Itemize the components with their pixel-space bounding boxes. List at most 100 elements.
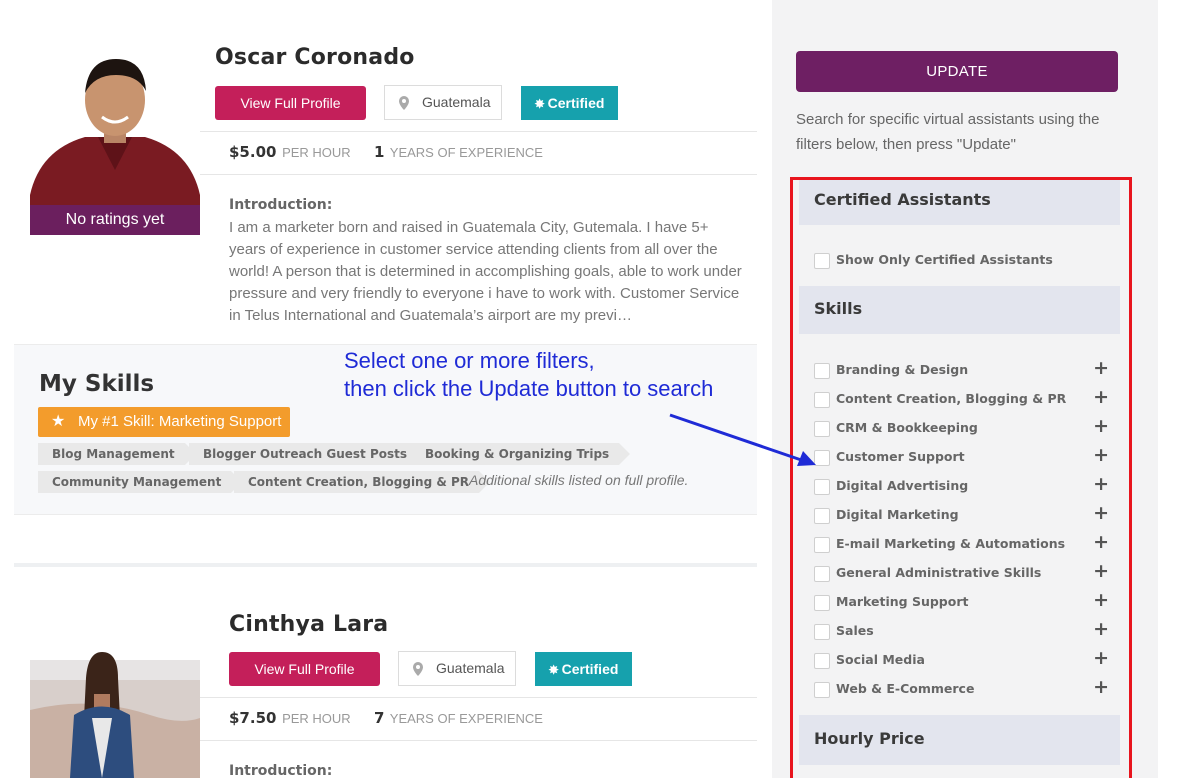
years-label: YEARS OF EXPERIENCE: [389, 145, 543, 160]
skill-tag: Booking & Organizing Trips: [411, 443, 631, 465]
divider: [200, 740, 757, 741]
plus-icon[interactable]: +: [1093, 531, 1109, 553]
intro-label: Introduction:: [229, 197, 333, 213]
filter-sidebar: UPDATE Search for specific virtual assis…: [772, 0, 1158, 778]
rate-unit: PER HOUR: [282, 145, 351, 160]
filter-label: Content Creation, Blogging & PR: [836, 391, 1067, 406]
checkbox[interactable]: [814, 624, 830, 640]
checkbox[interactable]: [814, 682, 830, 698]
checkbox[interactable]: [814, 253, 830, 269]
annotation-line-1: Select one or more filters,: [344, 348, 595, 373]
location-text: Guatemala: [436, 660, 505, 676]
filter-skill[interactable]: Digital Marketing +: [814, 502, 1109, 526]
filter-skill[interactable]: Branding & Design +: [814, 357, 1109, 381]
plus-icon[interactable]: +: [1093, 386, 1109, 408]
filter-label: Sales: [836, 623, 874, 638]
plus-icon[interactable]: +: [1093, 647, 1109, 669]
plus-icon[interactable]: +: [1093, 618, 1109, 640]
intro-text: I am a marketer born and raised in Guate…: [229, 219, 742, 324]
card-divider: [14, 563, 757, 567]
person-portrait-icon: [30, 600, 200, 778]
filter-label: Social Media: [836, 652, 925, 667]
profile-photo[interactable]: No ratings yet: [30, 45, 200, 235]
plus-icon[interactable]: +: [1093, 357, 1109, 379]
plus-icon[interactable]: +: [1093, 502, 1109, 524]
hourly-rate: $7.50: [229, 709, 277, 727]
filter-label: Web & E-Commerce: [836, 681, 975, 696]
badge-icon: ✸: [534, 97, 545, 111]
map-pin-icon: [413, 662, 423, 676]
profile-name[interactable]: Cinthya Lara: [229, 612, 388, 637]
filter-label: E-mail Marketing & Automations: [836, 536, 1066, 551]
more-skills-note: Additional skills listed on full profile…: [469, 472, 689, 488]
skill-tag: Blogger Outreach Guest Posts: [189, 443, 429, 465]
plus-icon[interactable]: +: [1093, 560, 1109, 582]
filter-label: General Administrative Skills: [836, 565, 1042, 580]
plus-icon[interactable]: +: [1093, 589, 1109, 611]
skill-tag: Community Management: [38, 471, 243, 493]
years-label: YEARS OF EXPERIENCE: [389, 711, 543, 726]
rate-line: $5.00 PER HOUR 1 YEARS OF EXPERIENCE: [229, 143, 543, 161]
filter-skill[interactable]: Web & E-Commerce +: [814, 676, 1109, 700]
results-column: No ratings yet Oscar Coronado View Full …: [0, 0, 772, 778]
rating-band: No ratings yet: [30, 205, 200, 235]
filter-label: Customer Support: [836, 449, 965, 464]
certified-label: Certified: [561, 661, 619, 677]
certified-label: Certified: [547, 95, 605, 111]
update-button[interactable]: UPDATE: [796, 51, 1118, 92]
filter-skill[interactable]: E-mail Marketing & Automations +: [814, 531, 1109, 555]
filter-show-certified[interactable]: Show Only Certified Assistants: [814, 251, 1109, 271]
filter-label: Digital Advertising: [836, 478, 969, 493]
skill-tag: Content Creation, Blogging & PR: [234, 471, 491, 493]
annotation-line-2: then click the Update button to search: [344, 376, 714, 401]
filter-label: Digital Marketing: [836, 507, 959, 522]
sidebar-help-text: Search for specific virtual assistants u…: [796, 111, 1100, 153]
filter-skill[interactable]: Digital Advertising +: [814, 473, 1109, 497]
view-full-profile-button[interactable]: View Full Profile: [229, 652, 380, 686]
filter-skill[interactable]: Sales +: [814, 618, 1109, 642]
section-certified-assistants[interactable]: Certified Assistants: [799, 180, 1120, 225]
map-pin-icon: [399, 96, 409, 110]
top-skill-badge: ★ My #1 Skill: Marketing Support: [38, 407, 290, 437]
certified-badge: ✸ Certified: [535, 652, 632, 686]
top-skill-label: My #1 Skill: Marketing Support: [78, 413, 282, 430]
filter-skill[interactable]: Marketing Support +: [814, 589, 1109, 613]
plus-icon[interactable]: +: [1093, 415, 1109, 437]
page: No ratings yet Oscar Coronado View Full …: [0, 0, 1178, 778]
filter-label: Branding & Design: [836, 362, 969, 377]
filter-skill[interactable]: Social Media +: [814, 647, 1109, 671]
plus-icon[interactable]: +: [1093, 444, 1109, 466]
checkbox[interactable]: [814, 508, 830, 524]
divider: [200, 131, 757, 132]
annotation-arrow-icon: [669, 413, 816, 466]
plus-icon[interactable]: +: [1093, 473, 1109, 495]
location-text: Guatemala: [422, 94, 491, 110]
star-icon: ★: [51, 413, 66, 430]
checkbox[interactable]: [814, 566, 830, 582]
checkbox[interactable]: [814, 537, 830, 553]
view-full-profile-button[interactable]: View Full Profile: [215, 86, 366, 120]
intro-label: Introduction:: [229, 763, 333, 778]
section-hourly-price[interactable]: Hourly Price: [799, 715, 1120, 765]
divider: [200, 697, 757, 698]
filter-label: CRM & Bookkeeping: [836, 420, 978, 435]
profile-name[interactable]: Oscar Coronado: [215, 45, 415, 70]
plus-icon[interactable]: +: [1093, 676, 1109, 698]
filter-skill[interactable]: CRM & Bookkeeping +: [814, 415, 1109, 439]
section-skills[interactable]: Skills: [799, 286, 1120, 334]
filter-skill[interactable]: General Administrative Skills +: [814, 560, 1109, 584]
location-tag: Guatemala: [384, 85, 502, 120]
rate-line: $7.50 PER HOUR 7 YEARS OF EXPERIENCE: [229, 709, 543, 727]
filter-skill[interactable]: Customer Support +: [814, 444, 1109, 468]
checkbox[interactable]: [814, 595, 830, 611]
years-experience: 7: [373, 709, 385, 727]
skills-title: My Skills: [39, 371, 155, 397]
filter-label: Marketing Support: [836, 594, 969, 609]
badge-icon: ✸: [548, 663, 559, 677]
location-tag: Guatemala: [398, 651, 516, 686]
checkbox[interactable]: [814, 653, 830, 669]
filter-skill[interactable]: Content Creation, Blogging & PR +: [814, 386, 1109, 410]
hourly-rate: $5.00: [229, 143, 277, 161]
checkbox[interactable]: [814, 363, 830, 379]
profile-photo[interactable]: [30, 600, 200, 778]
